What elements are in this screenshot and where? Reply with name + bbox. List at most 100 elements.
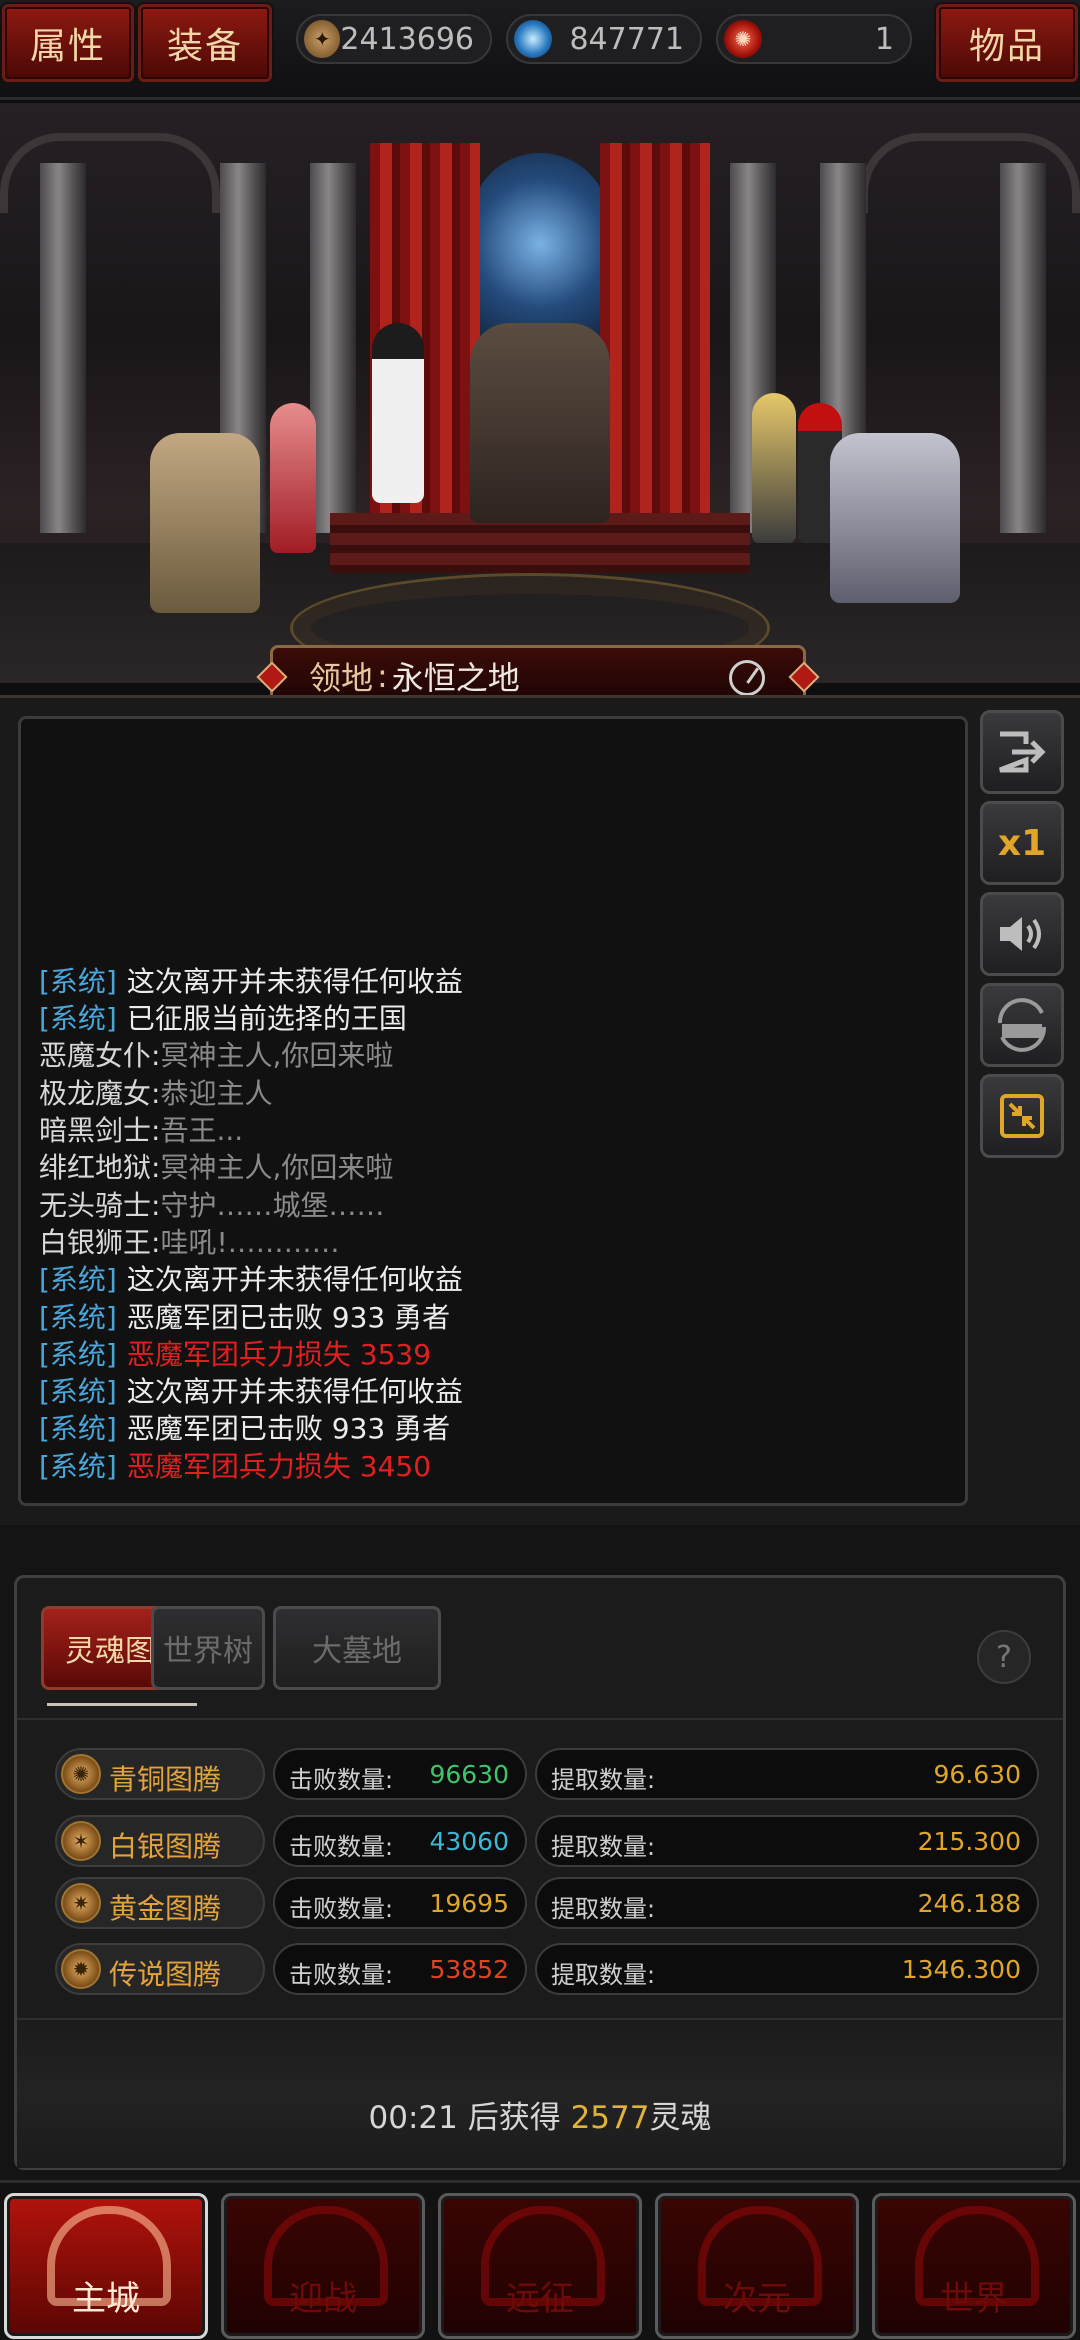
kill-count-label: 击败数量: [289,1961,394,1989]
log-speech: 守护……城堡…… [160,1188,385,1222]
log-speaker: 绯红地狱: [39,1151,161,1185]
resource-blue-value: 847771 [569,21,684,57]
log-message: 这次离开并未获得任何收益 [126,1375,463,1409]
arch [860,133,1080,213]
log-line: 绯红地狱:冥神主人,你回来啦 [39,1149,955,1186]
log-tag: [系统] [39,1337,117,1371]
collapse-icon [1000,1094,1044,1138]
exit-button[interactable] [980,710,1064,794]
arch [0,133,220,213]
draw-amount-value: 246.188 [917,1889,1021,1918]
bottom-navigation: 主城 迎战 远征 次元 世界 [0,2180,1080,2340]
sound-button[interactable] [980,892,1064,976]
pillar [40,163,86,533]
headless-knight-character [150,433,260,613]
resource-red-value: 1 [874,21,894,57]
sound-icon [1000,917,1041,951]
message-log[interactable]: [系统] 这次离开并未获得任何收益 [系统] 已征服当前选择的王国 恶魔女仆:冥神主人,… [18,716,968,1506]
log-line: [系统] 这次离开并未获得任何收益 [39,963,955,1000]
compass-icon[interactable] [729,660,765,696]
auto-button[interactable] [980,983,1064,1067]
log-line: [系统] 恶魔军团已击败 933 勇者 [39,1410,955,1447]
auto-icon [997,998,1047,1052]
log-speech: 冥神主人,你回来啦 [160,1151,394,1185]
curtain-right [600,143,710,563]
resource-red: ✺ 1 [716,14,912,64]
items-button[interactable]: 物品 [936,4,1078,82]
nav-battle[interactable]: 迎战 [221,2193,425,2339]
log-speaker: 白银狮王: [39,1225,161,1259]
log-speaker: 暗黑剑士: [39,1114,161,1148]
totem-row[interactable]: ✷ 黄金图腾 击败数量: 19695 提取数量: 246.188 [55,1877,1039,1929]
totem-kill-count: 击败数量: 96630 [273,1748,527,1800]
collapse-button[interactable] [980,1074,1064,1158]
draw-amount-label: 提取数量: [551,1961,656,1989]
log-speaker: 极龙魔女: [39,1076,161,1110]
log-message: 这次离开并未获得任何收益 [126,1263,463,1297]
totem-kill-count: 击败数量: 19695 [273,1877,527,1929]
nav-world[interactable]: 世界 [872,2193,1076,2339]
kill-count-value: 96630 [429,1760,509,1789]
timer-value: 00:21 [368,2100,458,2136]
totem-name-pill: ✺ 青铜图腾 [55,1748,265,1800]
nav-label: 主城 [72,2279,140,2319]
totem-draw-amount: 提取数量: 1346.300 [535,1943,1039,1995]
throne-room-scene [0,103,1080,683]
soul-timer-bar: 00:21 后获得 2577灵魂 [17,2018,1063,2168]
kill-count-label: 击败数量: [289,1766,394,1794]
crimson-maid-character [270,403,316,553]
resource-bronze-value: 2413696 [340,21,474,57]
draw-amount-value: 96.630 [933,1760,1021,1789]
speed-label: x1 [997,822,1047,864]
log-tag: [系统] [39,1449,117,1483]
speed-toggle-button[interactable]: x1 [980,801,1064,885]
top-bar: 属性 装备 ✦ 2413696 847771 ✺ 1 物品 [0,0,1080,100]
log-message: 恶魔军团已击败 933 勇者 [126,1300,451,1334]
equipment-button[interactable]: 装备 [138,4,272,82]
totem-panel: 灵魂图腾 世界树 大墓地 ? ✺ 青铜图腾 击败数量: 96630 提取数量: 96.63… [14,1575,1066,2170]
log-message: 已征服当前选择的王国 [126,1002,407,1036]
totem-row[interactable]: ✺ 青铜图腾 击败数量: 96630 提取数量: 96.630 [55,1748,1039,1800]
log-speaker: 恶魔女仆: [39,1039,161,1073]
nav-dimension[interactable]: 次元 [655,2193,859,2339]
totem-kill-count: 击败数量: 53852 [273,1943,527,1995]
silver-lion-character [830,433,960,603]
resource-blue: 847771 [506,14,702,64]
attributes-button[interactable]: 属性 [2,4,134,82]
totem-emblem-icon: ✹ [61,1949,101,1989]
log-line: [系统] 这次离开并未获得任何收益 [39,1373,955,1410]
timer-soul-amount: 2577 [570,2100,650,2136]
draw-amount-label: 提取数量: [551,1833,656,1861]
tab-world-tree[interactable]: 世界树 [151,1606,265,1690]
nav-main-city[interactable]: 主城 [4,2193,208,2339]
log-line: 白银狮王:哇吼!………… [39,1224,955,1261]
totem-name: 青铜图腾 [109,1763,222,1796]
nav-label: 迎战 [289,2279,357,2319]
log-message: 恶魔军团兵力损失 3539 [126,1337,432,1371]
nav-label: 远征 [506,2279,574,2319]
divider [17,1718,1063,1720]
log-line: 暗黑剑士:吾王... [39,1112,955,1149]
log-tag: [系统] [39,1375,117,1409]
bronze-coin-icon: ✦ [304,20,341,58]
timer-unit: 灵魂 [649,2100,712,2136]
pillar [1000,163,1046,533]
draw-amount-value: 215.300 [917,1827,1021,1856]
log-line: [系统] 这次离开并未获得任何收益 [39,1261,955,1298]
soul-timer-text: 00:21 后获得 2577灵魂 [17,2092,1063,2137]
help-icon[interactable]: ? [977,1630,1031,1684]
totem-row[interactable]: ✹ 传说图腾 击败数量: 53852 提取数量: 1346.300 [55,1943,1039,1995]
totem-kill-count: 击败数量: 43060 [273,1815,527,1867]
tab-great-tomb[interactable]: 大墓地 [273,1606,441,1690]
log-speech: 恭迎主人 [160,1076,273,1110]
log-message: 恶魔军团兵力损失 3450 [126,1449,432,1483]
dark-swordsman-character [752,393,796,543]
totem-draw-amount: 提取数量: 246.188 [535,1877,1039,1929]
nav-expedition[interactable]: 远征 [438,2193,642,2339]
log-line: [系统] 恶魔军团已击败 933 勇者 [39,1299,955,1336]
totem-name: 黄金图腾 [109,1892,222,1925]
totem-row[interactable]: ✶ 白银图腾 击败数量: 43060 提取数量: 215.300 [55,1815,1039,1867]
log-line: 无头骑士:守护……城堡…… [39,1187,955,1224]
log-line: 恶魔女仆:冥神主人,你回来啦 [39,1037,955,1074]
totem-name: 传说图腾 [109,1958,222,1991]
